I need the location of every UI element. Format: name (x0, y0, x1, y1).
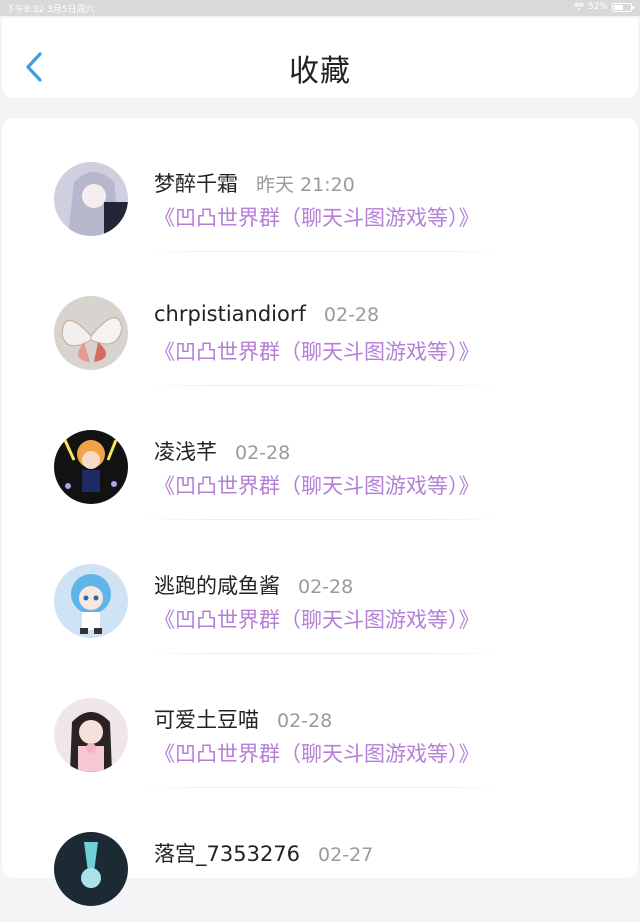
list-item[interactable]: 梦醉千霜 昨天 21:20 《凹凸世界群（聊天斗图游戏等）》 (2, 118, 638, 252)
page-title: 收藏 (289, 54, 351, 89)
list-item[interactable]: chrpistiandiorf 02-28 《凹凸世界群（聊天斗图游戏等）》 (2, 252, 638, 386)
user-name: 逃跑的咸鱼酱 (154, 574, 280, 598)
avatar[interactable] (54, 698, 128, 772)
name-row: 落宫_7353276 02-27 (154, 838, 373, 868)
name-row: 梦醉千霜 昨天 21:20 (154, 168, 355, 198)
user-name: 梦醉千霜 (154, 172, 238, 196)
avatar[interactable] (54, 430, 128, 504)
group-link[interactable]: 《凹凸世界群（聊天斗图游戏等）》 (154, 738, 480, 768)
user-name: chrpistiandiorf (154, 302, 306, 326)
battery-percent: 52% (587, 2, 608, 12)
avatar[interactable] (54, 162, 128, 236)
timestamp: 02-28 (298, 576, 354, 598)
status-right: 52% (573, 2, 634, 12)
group-link[interactable]: 《凹凸世界群（聊天斗图游戏等）》 (154, 336, 480, 366)
avatar[interactable] (54, 296, 128, 370)
list-item[interactable]: 可爱土豆喵 02-28 《凹凸世界群（聊天斗图游戏等）》 (2, 654, 638, 788)
name-row: 逃跑的咸鱼酱 02-28 (154, 570, 353, 600)
status-bar: 下午8:32 3月5日周六 52% (0, 0, 640, 16)
favorites-list: 梦醉千霜 昨天 21:20 《凹凸世界群（聊天斗图游戏等）》 chrpistia… (2, 118, 638, 906)
avatar[interactable] (54, 832, 128, 906)
battery-icon (612, 2, 634, 12)
name-row: 凌浅芊 02-28 (154, 436, 290, 466)
timestamp: 02-27 (318, 844, 374, 866)
timestamp: 02-28 (323, 304, 380, 326)
name-row: chrpistiandiorf 02-28 (154, 302, 379, 326)
list-item[interactable]: 落宫_7353276 02-27 (2, 788, 638, 922)
header: 收藏 (2, 18, 638, 98)
user-name: 可爱土豆喵 (154, 708, 259, 732)
group-link[interactable]: 《凹凸世界群（聊天斗图游戏等）》 (154, 202, 480, 232)
group-link[interactable]: 《凹凸世界群（聊天斗图游戏等）》 (154, 470, 480, 500)
user-name: 凌浅芊 (154, 440, 217, 464)
timestamp: 昨天 21:20 (256, 174, 355, 196)
wifi-icon (573, 3, 584, 11)
status-time-date: 下午8:32 3月5日周六 (6, 5, 95, 15)
timestamp: 02-28 (235, 442, 291, 464)
list-item[interactable]: 逃跑的咸鱼酱 02-28 《凹凸世界群（聊天斗图游戏等）》 (2, 520, 638, 654)
list-item[interactable]: 凌浅芊 02-28 《凹凸世界群（聊天斗图游戏等）》 (2, 386, 638, 520)
name-row: 可爱土豆喵 02-28 (154, 704, 332, 734)
user-name: 落宫_7353276 (154, 842, 301, 866)
group-link[interactable]: 《凹凸世界群（聊天斗图游戏等）》 (154, 604, 480, 634)
timestamp: 02-28 (277, 710, 333, 732)
avatar[interactable] (54, 564, 128, 638)
